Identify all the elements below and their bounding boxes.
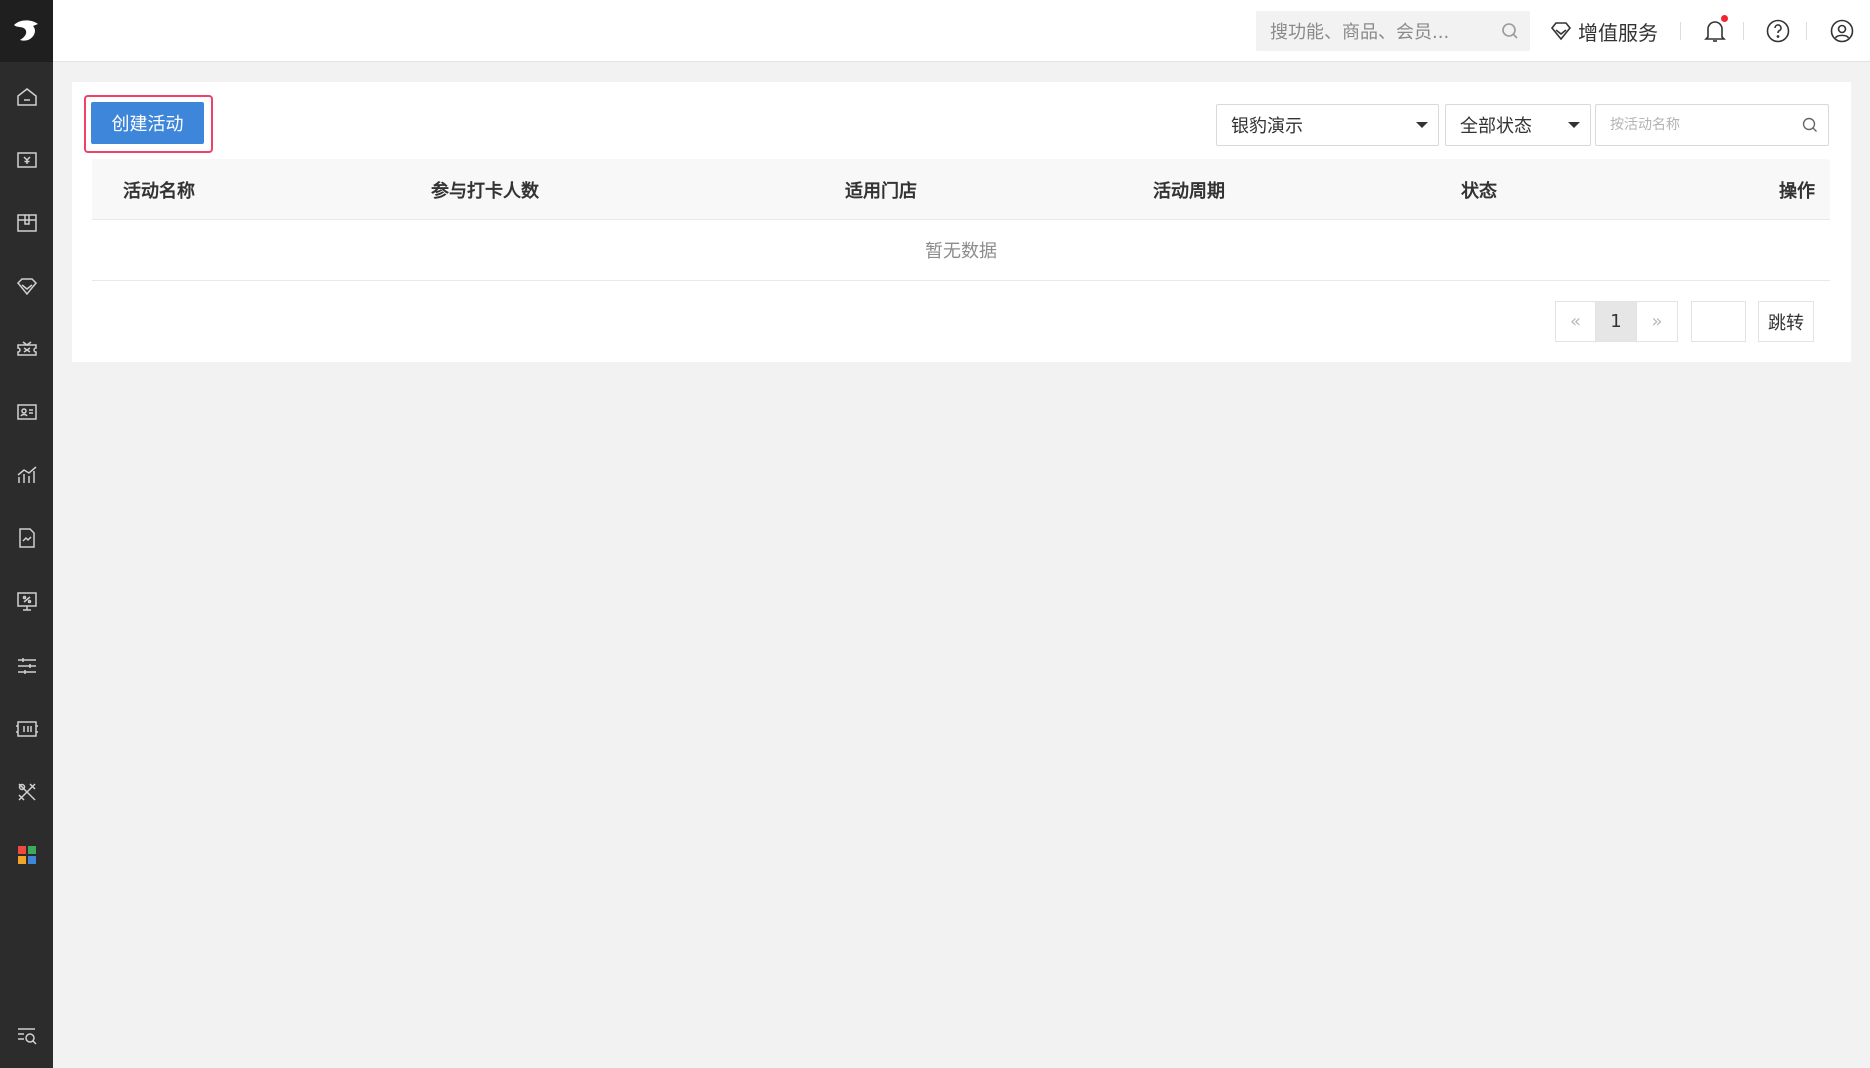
nav-statistics[interactable] [0, 453, 53, 497]
sidebar [0, 0, 53, 1068]
nav-coupon[interactable] [0, 327, 53, 371]
nav-menu-search[interactable] [0, 1013, 53, 1057]
member-card-icon [16, 404, 37, 420]
device-icon [15, 721, 38, 737]
pagination: « 1 » [1555, 301, 1678, 342]
value-added-services-label: 增值服务 [1578, 20, 1658, 45]
activity-list-panel: 创建活动 银豹演示 全部状态 活动名称 参与打卡人数 适用门店 活动周期 状态 … [72, 82, 1851, 362]
status-select[interactable]: 全部状态 [1445, 104, 1591, 146]
nav-member[interactable] [0, 264, 53, 308]
divider [1680, 22, 1681, 40]
nav-home[interactable] [0, 75, 53, 119]
search-icon[interactable] [1490, 11, 1530, 51]
caret-down-icon [1416, 122, 1428, 128]
nav-goods[interactable] [0, 201, 53, 245]
report-icon [18, 528, 35, 548]
nav-cashier[interactable] [0, 138, 53, 182]
diamond-icon [1550, 22, 1572, 41]
table-header: 活动名称 参与打卡人数 适用门店 活动周期 状态 操作 [92, 159, 1830, 220]
caret-down-icon [1568, 122, 1580, 128]
tools-icon [17, 783, 36, 801]
empty-table-message: 暂无数据 [92, 220, 1830, 281]
page-button-1[interactable]: 1 [1596, 301, 1637, 342]
chart-icon [17, 466, 36, 483]
column-header-stores: 适用门店 [845, 181, 917, 202]
create-activity-highlight: 创建活动 [84, 95, 213, 153]
nav-member-card[interactable] [0, 390, 53, 434]
help-button[interactable] [1762, 15, 1794, 47]
notification-dot [1721, 15, 1728, 22]
column-header-period: 活动周期 [1153, 181, 1225, 202]
global-search-placeholder: 搜功能、商品、会员... [1270, 22, 1450, 43]
user-account-button[interactable] [1826, 15, 1858, 47]
column-header-actions: 操作 [1779, 181, 1815, 202]
activity-name-search[interactable] [1595, 104, 1829, 146]
apps-grid-icon [17, 846, 36, 864]
jump-page-input[interactable] [1691, 301, 1746, 342]
member-diamond-icon [16, 278, 37, 296]
home-icon [16, 88, 37, 106]
help-icon [1766, 19, 1790, 43]
store-select[interactable]: 银豹演示 [1216, 104, 1439, 146]
activity-name-input[interactable] [1596, 105, 1792, 145]
goods-icon [16, 214, 37, 232]
search-icon[interactable] [1792, 116, 1828, 134]
nav-tools[interactable] [0, 770, 53, 814]
divider [1806, 22, 1807, 40]
prev-page-button[interactable]: « [1555, 301, 1596, 342]
leopard-logo-icon[interactable] [0, 0, 53, 62]
notification-button[interactable] [1699, 15, 1731, 47]
nav-promotion[interactable] [0, 579, 53, 623]
top-header: 搜功能、商品、会员... 增值服务 [53, 0, 1870, 62]
nav-apps[interactable] [0, 833, 53, 877]
column-header-activity-name: 活动名称 [123, 181, 195, 202]
status-select-value: 全部状态 [1460, 116, 1532, 137]
jump-button[interactable]: 跳转 [1758, 301, 1814, 342]
user-icon [1830, 19, 1854, 43]
cashier-icon [16, 152, 37, 168]
store-select-value: 银豹演示 [1231, 116, 1303, 137]
column-header-status: 状态 [1461, 181, 1497, 202]
global-search-input[interactable]: 搜功能、商品、会员... [1256, 11, 1530, 51]
create-activity-button[interactable]: 创建活动 [91, 102, 204, 144]
menu-search-icon [17, 1028, 37, 1045]
divider [1743, 22, 1744, 40]
promotion-screen-icon [16, 592, 37, 611]
next-page-button[interactable]: » [1637, 301, 1678, 342]
nav-settings[interactable] [0, 644, 53, 688]
nav-report[interactable] [0, 516, 53, 560]
value-added-services-link[interactable]: 增值服务 [1550, 16, 1658, 46]
settings-sliders-icon [17, 658, 36, 674]
coupon-icon [16, 341, 37, 356]
column-header-participants: 参与打卡人数 [431, 181, 539, 202]
nav-device[interactable] [0, 707, 53, 751]
